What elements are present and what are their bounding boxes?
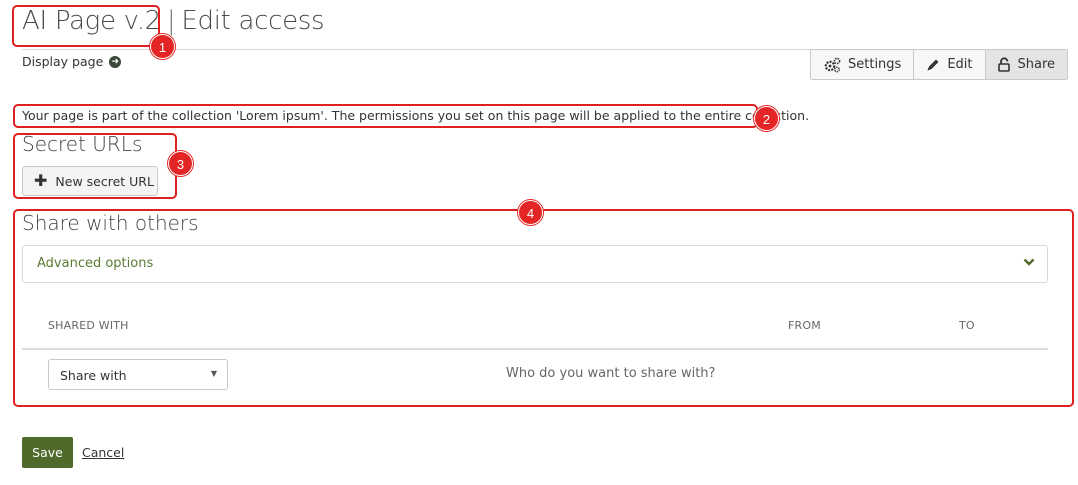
pencil-icon <box>927 59 939 70</box>
annotation-badge-4: 4 <box>518 200 543 225</box>
share-with-others-heading: Share with others <box>22 211 199 235</box>
save-button[interactable]: Save <box>22 437 73 468</box>
edit-label: Edit <box>947 57 973 72</box>
annotation-badge-2: 2 <box>754 106 779 131</box>
column-header-to: TO <box>959 319 975 332</box>
secret-urls-heading: Secret URLs <box>22 132 143 156</box>
share-button[interactable]: Share <box>985 50 1068 79</box>
share-label: Share <box>1017 57 1056 72</box>
display-page-link[interactable]: Display page ➜ <box>22 54 122 69</box>
unlock-icon <box>997 57 1010 72</box>
page-title: AI Page v.2 | Edit access <box>22 6 325 36</box>
column-header-shared-with: SHARED WITH <box>48 319 129 332</box>
plus-icon: ✚ <box>34 171 48 190</box>
settings-label: Settings <box>848 57 902 72</box>
caret-down-icon: ▼ <box>210 369 217 378</box>
edit-button[interactable]: Edit <box>914 50 986 79</box>
page-toolbar: Settings Edit Share <box>810 49 1069 80</box>
advanced-options-label: Advanced options <box>37 256 154 271</box>
new-secret-url-label: New secret URL <box>55 173 154 189</box>
table-header-divider <box>22 348 1048 350</box>
share-prompt: Who do you want to share with? <box>506 366 716 381</box>
display-page-label: Display page <box>22 54 104 69</box>
share-with-select-value: Share with <box>60 368 127 383</box>
title-separator: | <box>166 6 176 36</box>
page-name: AI Page v.2 <box>22 6 161 36</box>
new-secret-url-button[interactable]: ✚ New secret URL <box>22 166 158 196</box>
cancel-link[interactable]: Cancel <box>82 445 124 460</box>
column-header-from: FROM <box>788 319 821 332</box>
settings-button[interactable]: Settings <box>811 50 915 79</box>
chevron-down-icon <box>1023 258 1035 266</box>
annotation-badge-3: 3 <box>168 151 193 176</box>
collection-notice: Your page is part of the collection 'Lor… <box>22 108 810 123</box>
arrow-right-circle-icon: ➜ <box>109 55 122 68</box>
advanced-options-panel[interactable]: Advanced options <box>22 245 1048 283</box>
share-with-select[interactable]: Share with ▼ <box>48 359 228 390</box>
page-subtitle: Edit access <box>181 6 325 36</box>
annotation-badge-1: 1 <box>150 34 175 59</box>
gears-icon <box>824 57 841 72</box>
